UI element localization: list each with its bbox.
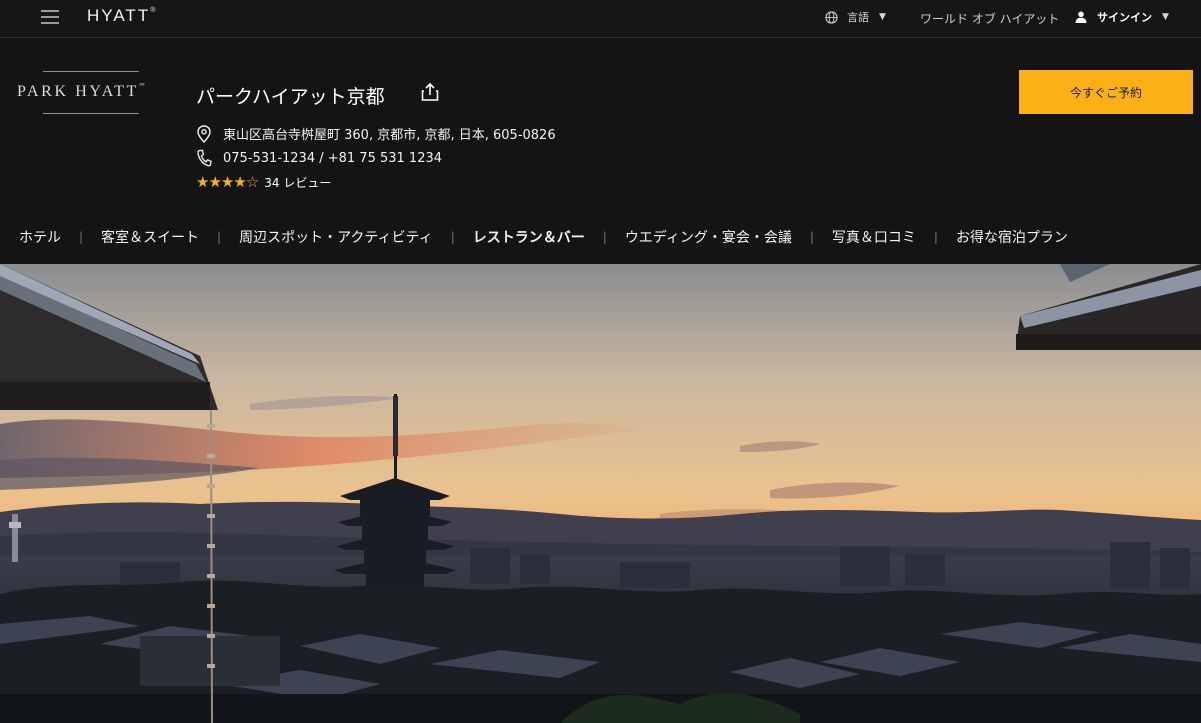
caret-down-icon: ▼ bbox=[879, 12, 886, 22]
nav-item-photos-reviews[interactable]: 写真＆口コミ bbox=[832, 227, 916, 247]
hero-image bbox=[0, 264, 1201, 723]
nav-item-rooms-suites[interactable]: 客室＆スイート bbox=[101, 227, 199, 247]
reviews-link[interactable]: 34 レビュー bbox=[264, 174, 331, 191]
nav-separator: | bbox=[450, 230, 455, 244]
nav-item-hotel[interactable]: ホテル bbox=[19, 227, 61, 247]
star-rating: ★★★★☆ bbox=[196, 173, 259, 191]
top-utility-bar: HYATT® 言語 ▼ ワールド オブ ハイアット サインイン ▼ bbox=[0, 0, 1201, 38]
hyatt-logo-text: HYATT bbox=[87, 6, 151, 25]
logo-rule bbox=[43, 113, 139, 114]
park-hyatt-logo[interactable]: PARK HYATT™ bbox=[17, 71, 173, 114]
sign-in-button[interactable]: サインイン ▼ bbox=[1075, 9, 1169, 25]
nav-separator: | bbox=[602, 230, 607, 244]
book-now-button[interactable]: 今すぐご予約 bbox=[1019, 70, 1193, 114]
kyoto-sunset-illustration bbox=[0, 264, 1201, 723]
hyatt-logo[interactable]: HYATT® bbox=[87, 6, 155, 26]
language-label: 言語 bbox=[847, 11, 869, 24]
phone-icon bbox=[197, 149, 212, 167]
address-text: 東山区高台寺桝屋町 360, 京都市, 京都, 日本, 605-0826 bbox=[223, 128, 556, 143]
share-icon[interactable] bbox=[420, 82, 440, 106]
nav-item-nearby-activities[interactable]: 周辺スポット・アクティビティ bbox=[239, 227, 433, 247]
park-hyatt-logo-text: PARK HYATT™ bbox=[17, 83, 173, 101]
nav-item-weddings-meetings[interactable]: ウエディング・宴会・会議 bbox=[625, 227, 792, 247]
user-icon bbox=[1075, 11, 1087, 23]
hotel-name: パークハイアット京都 bbox=[196, 86, 385, 108]
phone-text: 075-531-1234 / +81 75 531 1234 bbox=[223, 150, 443, 166]
language-selector[interactable]: 言語 ▼ bbox=[825, 9, 886, 25]
world-of-hyatt-link[interactable]: ワールド オブ ハイアット bbox=[920, 10, 1059, 27]
hamburger-icon[interactable] bbox=[41, 10, 59, 24]
rating-row[interactable]: ★★★★☆ 34 レビュー bbox=[196, 173, 331, 191]
location-pin-icon bbox=[197, 124, 211, 143]
nav-separator: | bbox=[933, 230, 938, 244]
nav-item-restaurants-bars[interactable]: レストラン＆バー bbox=[473, 227, 585, 247]
property-header: PARK HYATT™ パークハイアット京都 東山区高台寺桝屋町 360, 京都… bbox=[0, 39, 1201, 264]
hyatt-logo-mark: ® bbox=[150, 7, 156, 14]
property-nav: ホテル | 客室＆スイート | 周辺スポット・アクティビティ | レストラン＆バ… bbox=[19, 227, 1068, 247]
nav-separator: | bbox=[809, 230, 814, 244]
nav-separator: | bbox=[217, 230, 222, 244]
sign-in-label: サインイン bbox=[1097, 11, 1152, 24]
nav-item-offers[interactable]: お得な宿泊プラン bbox=[956, 227, 1068, 247]
address-row[interactable]: 東山区高台寺桝屋町 360, 京都市, 京都, 日本, 605-0826 bbox=[196, 124, 556, 143]
caret-down-icon: ▼ bbox=[1162, 12, 1169, 22]
logo-text: PARK HYATT bbox=[17, 83, 139, 100]
logo-rule bbox=[43, 71, 139, 72]
logo-mark: ™ bbox=[138, 83, 145, 89]
phone-row[interactable]: 075-531-1234 / +81 75 531 1234 bbox=[196, 149, 442, 167]
globe-icon bbox=[825, 10, 838, 24]
nav-separator: | bbox=[79, 230, 84, 244]
